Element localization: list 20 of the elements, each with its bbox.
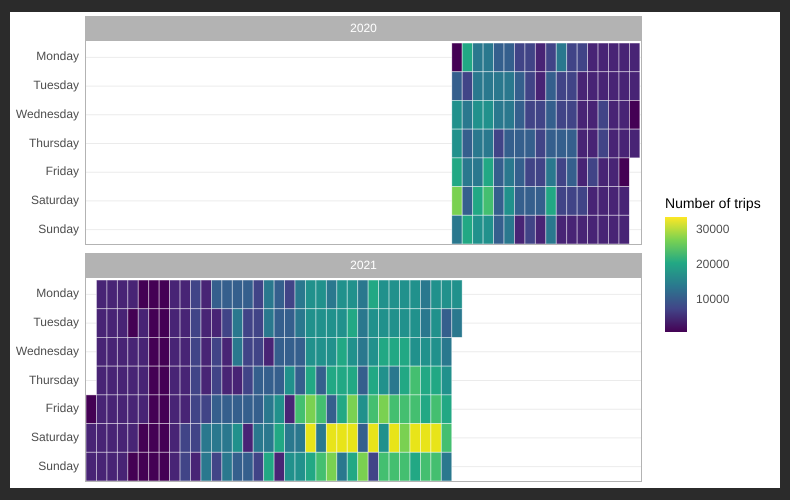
axis-label: Friday: [46, 402, 79, 414]
axis-label: Monday: [36, 287, 79, 300]
axis-label: Sunday: [38, 460, 79, 472]
legend-title: Number of trips: [665, 196, 761, 210]
facet-strip: 2020: [85, 16, 642, 40]
axis-label: Friday: [46, 165, 79, 178]
axis-label: Tuesday: [33, 79, 79, 92]
axis-label: Thursday: [28, 374, 79, 386]
axis-label: Thursday: [28, 136, 79, 149]
axis-label: Wednesday: [16, 108, 79, 120]
facet-strip: 2021: [85, 253, 642, 277]
axis-label: Monday: [36, 50, 79, 62]
axis-label: Wednesday: [16, 344, 79, 357]
legend-tick-label: 10000: [696, 293, 730, 305]
axis-label: Saturday: [30, 430, 79, 443]
axis-label: Sunday: [38, 222, 79, 235]
axis-label: Saturday: [30, 194, 79, 206]
legend-tick-label: 20000: [696, 258, 730, 270]
legend-tick-label: 30000: [696, 223, 730, 235]
axis-label: Tuesday: [33, 316, 79, 328]
